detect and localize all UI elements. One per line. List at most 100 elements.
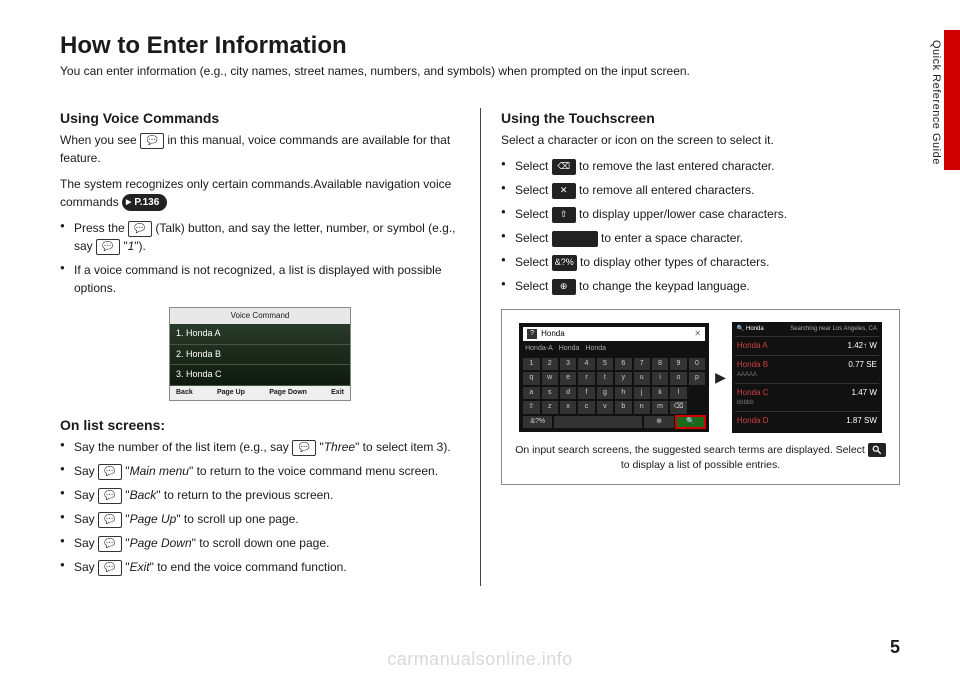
kb-key: 9 — [670, 358, 686, 371]
voice-heading: Using Voice Commands — [60, 108, 460, 129]
kb-suggestion: Honda — [559, 344, 580, 355]
voice-bullet-2: If a voice command is not recognized, a … — [60, 261, 460, 297]
backspace-icon: ⌫ — [552, 159, 576, 175]
kb-key: r — [578, 372, 594, 385]
list-bullet: Say 💬 "Back" to return to the previous s… — [60, 486, 460, 504]
kb-key: e — [560, 372, 576, 385]
shift-icon: ⇧ — [552, 207, 576, 223]
side-tab-label: Quick Reference Guide — [930, 40, 942, 165]
kb-key: ⇧ — [523, 401, 539, 414]
results-screenshot: 🔍 Honda Searching near Los Angeles, CA H… — [732, 322, 882, 433]
talk-icon: 💬 — [98, 536, 122, 552]
touch-bullet: Select to enter a space character. — [501, 229, 900, 247]
touch-bullet: Select ⇧ to display upper/lower case cha… — [501, 205, 900, 223]
kb-key: 0 — [689, 358, 705, 371]
clear-icon: ✕ — [552, 183, 576, 199]
touchscreen-caption: On input search screens, the suggested s… — [514, 443, 887, 472]
clear-input-icon: ✕ — [694, 328, 701, 340]
talk-icon: 💬 — [140, 133, 164, 149]
vc-foot-exit: Exit — [331, 388, 344, 399]
search-icon — [868, 443, 886, 457]
globe-icon: ⊕ — [552, 279, 576, 295]
talk-icon: 💬 — [98, 464, 122, 480]
kb-key: 7 — [634, 358, 650, 371]
kb-suggestion: Honda — [585, 344, 606, 355]
vc-item: 2. Honda B — [170, 345, 350, 366]
kb-key: ⌫ — [670, 401, 686, 414]
vc-foot-back: Back — [176, 388, 193, 399]
arrow-icon: ▶ — [715, 367, 726, 388]
kb-key: c — [578, 401, 594, 414]
kb-key: u — [634, 372, 650, 385]
page-intro: You can enter information (e.g., city na… — [60, 64, 900, 78]
touch-bullet: Select ⌫ to remove the last entered char… — [501, 157, 900, 175]
kb-key: 6 — [615, 358, 631, 371]
help-icon: ? — [527, 329, 537, 339]
left-column: Using Voice Commands When you see 💬 in t… — [60, 108, 480, 586]
page-ref-link[interactable]: P.136 — [122, 194, 167, 211]
voice-p2: The system recognizes only certain comma… — [60, 175, 460, 211]
kb-key: o — [670, 372, 686, 385]
vc-item: 3. Honda C — [170, 365, 350, 386]
kb-key: f — [578, 387, 594, 400]
list-bullet: Say 💬 "Page Up" to scroll up one page. — [60, 510, 460, 528]
kb-key: m — [652, 401, 668, 414]
touch-bullet: Select ✕ to remove all entered character… — [501, 181, 900, 199]
kb-key: b — [615, 401, 631, 414]
kb-key: j — [634, 387, 650, 400]
voice-bullet-1: Press the 💬 (Talk) button, and say the l… — [60, 219, 460, 255]
space-icon — [552, 231, 598, 247]
kb-key: q — [523, 372, 539, 385]
talk-icon: 💬 — [98, 488, 122, 504]
touch-bullet: Select ⊕ to change the keypad language. — [501, 277, 900, 295]
kb-key: z — [542, 401, 558, 414]
vc-item: 1. Honda A — [170, 324, 350, 345]
talk-icon: 💬 — [292, 440, 316, 456]
kb-sym-key: &?% — [523, 416, 552, 429]
talk-icon: 💬 — [98, 560, 122, 576]
vc-foot-pgup: Page Up — [217, 388, 245, 399]
kb-key: 4 — [578, 358, 594, 371]
kb-key: w — [542, 372, 558, 385]
symbols-icon: &?% — [552, 255, 577, 271]
kb-key: 2 — [542, 358, 558, 371]
vc-foot-pgdn: Page Down — [269, 388, 307, 399]
kb-key: 1 — [523, 358, 539, 371]
page-number: 5 — [890, 637, 900, 658]
result-row: Honda D1.87 SW — [735, 411, 879, 430]
result-row: Honda BAAAAA0.77 SE — [735, 355, 879, 383]
touchscreen-example-box: ? Honda ✕ Honda-A Honda Honda 1234567890… — [501, 309, 900, 485]
kb-key: x — [560, 401, 576, 414]
kb-key: g — [597, 387, 613, 400]
kb-key: t — [597, 372, 613, 385]
kb-search-key: 🔍 — [676, 416, 705, 429]
kb-key: k — [652, 387, 668, 400]
list-bullet: Say the number of the list item (e.g., s… — [60, 438, 460, 456]
kb-key: i — [652, 372, 668, 385]
kb-input-value: Honda — [541, 328, 565, 340]
kb-key: a — [523, 387, 539, 400]
touch-heading: Using the Touchscreen — [501, 108, 900, 129]
kb-suggestion: Honda-A — [525, 344, 553, 355]
talk-icon: 💬 — [98, 512, 122, 528]
kb-key: l — [670, 387, 686, 400]
kb-key: s — [542, 387, 558, 400]
kb-key: 8 — [652, 358, 668, 371]
kb-key: d — [560, 387, 576, 400]
kb-key: h — [615, 387, 631, 400]
vc-shot-title: Voice Command — [170, 308, 350, 324]
page-title: How to Enter Information — [60, 32, 900, 60]
list-bullet: Say 💬 "Page Down" to scroll down one pag… — [60, 534, 460, 552]
voice-p1: When you see 💬 in this manual, voice com… — [60, 131, 460, 167]
keyboard-screenshot: ? Honda ✕ Honda-A Honda Honda 1234567890… — [519, 323, 709, 432]
list-heading: On list screens: — [60, 415, 460, 436]
kb-key: n — [634, 401, 650, 414]
kb-key: p — [689, 372, 705, 385]
side-tab — [944, 30, 960, 170]
res-query: Honda — [746, 326, 764, 332]
voice-command-screenshot: Voice Command 1. Honda A 2. Honda B 3. H… — [169, 307, 351, 401]
list-bullet: Say 💬 "Main menu" to return to the voice… — [60, 462, 460, 480]
res-location: Searching near Los Angeles, CA — [790, 325, 877, 334]
kb-key: y — [615, 372, 631, 385]
kb-space-key — [554, 416, 642, 429]
